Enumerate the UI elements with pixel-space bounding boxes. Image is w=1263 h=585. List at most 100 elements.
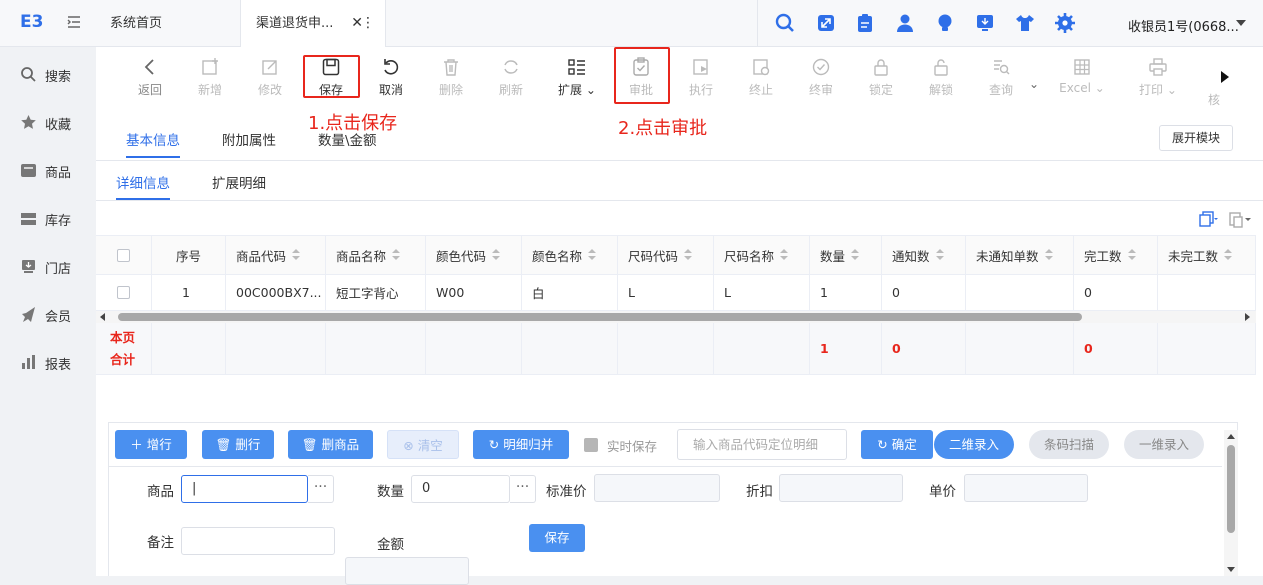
delete-product-button[interactable]: 🗑 删商品 — [288, 430, 373, 459]
col-header[interactable]: 颜色名称 — [522, 236, 618, 274]
col-header[interactable]: 完工数 — [1074, 236, 1158, 274]
barcode-scan-button[interactable]: 条码扫描 — [1029, 430, 1109, 459]
col-header[interactable]: 通知数 — [882, 236, 966, 274]
quantity-input[interactable]: 0 — [411, 475, 510, 503]
edit-button[interactable]: 修改 — [250, 57, 290, 98]
execute-icon — [693, 59, 708, 75]
search-icon[interactable] — [775, 13, 795, 33]
sidebar-item-store[interactable]: 门店 — [20, 256, 96, 278]
approve-highlight-box — [614, 47, 670, 104]
excel-menu[interactable]: Excel ⌄ — [1058, 57, 1106, 95]
tab-channel-return[interactable]: 渠道退货申... ✕ ⋮ — [240, 0, 386, 47]
sidebar-item-favorites[interactable]: 收藏 — [20, 112, 96, 134]
scroll-down-arrow-icon — [1227, 567, 1235, 572]
remark-input[interactable] — [181, 527, 335, 555]
save-form-button[interactable]: 保存 — [529, 524, 585, 552]
vertical-scrollbar[interactable] — [1224, 430, 1238, 576]
locate-detail-input[interactable]: 输入商品代码定位明细 — [677, 429, 847, 460]
tab-extended-detail[interactable]: 扩展明细 — [212, 172, 266, 192]
product-lookup-button[interactable]: ··· — [308, 475, 334, 503]
qr-entry-button[interactable]: 二维录入 — [934, 430, 1014, 459]
product-input[interactable]: | — [181, 475, 308, 503]
sort-icon — [292, 249, 301, 261]
cell-seq: 1 — [152, 275, 226, 310]
unlock-button[interactable]: 解锁 — [921, 57, 961, 98]
print-menu[interactable]: 打印 ⌄ — [1136, 57, 1180, 98]
grid-tools — [1198, 210, 1258, 228]
cell-size-code: L — [618, 275, 714, 310]
sidebar-item-inventory[interactable]: 库存 — [20, 208, 96, 230]
col-header[interactable]: 尺码代码 — [618, 236, 714, 274]
user-icon[interactable] — [895, 13, 915, 33]
col-header[interactable]: 未完工数 — [1158, 236, 1256, 274]
col-header[interactable]: 商品名称 — [326, 236, 426, 274]
extend-menu[interactable]: 扩展 ⌄ — [554, 57, 600, 98]
stop-button[interactable]: 终止 — [741, 57, 781, 98]
more-toolbar-item[interactable]: 核 — [1204, 91, 1224, 108]
menu-collapse-icon[interactable] — [66, 14, 82, 30]
col-header[interactable]: 颜色代码 — [426, 236, 522, 274]
chevron-down-icon: ⌄ — [1163, 83, 1177, 97]
back-button[interactable]: 返回 — [130, 57, 170, 98]
paste-icon[interactable] — [1228, 210, 1252, 228]
clear-button[interactable]: ⊗ 清空 — [387, 430, 459, 459]
add-button[interactable]: 新增 — [190, 57, 230, 98]
1d-entry-button[interactable]: 一维录入 — [1124, 430, 1204, 459]
tab-basic-info[interactable]: 基本信息 — [126, 129, 180, 158]
copy-icon[interactable] — [1198, 210, 1218, 228]
amount-input — [345, 557, 469, 585]
col-header[interactable]: 数量 — [810, 236, 882, 274]
sidebar-item-products[interactable]: 商品 — [20, 160, 96, 182]
execute-button[interactable]: 执行 — [681, 57, 721, 98]
stop-icon — [753, 59, 770, 76]
tab-detail-info[interactable]: 详细信息 — [116, 172, 170, 200]
more-vertical-icon[interactable]: ⋮ — [361, 0, 375, 47]
user-menu[interactable]: 收银员1号(0668... — [1128, 16, 1239, 35]
col-header[interactable]: 未通知单数 — [966, 236, 1074, 274]
scroll-right-arrow-icon — [1245, 313, 1250, 321]
table-row[interactable]: 1 00C000BX7... 短工字背心 W00 白 L L 1 0 0 — [96, 275, 1256, 311]
sidebar-item-search[interactable]: 搜索 — [20, 64, 96, 86]
row-checkbox[interactable] — [96, 275, 152, 310]
merge-detail-button[interactable]: ↻ 明细归并 — [473, 430, 569, 459]
cancel-button[interactable]: 取消 — [371, 57, 411, 98]
confirm-button[interactable]: ↻ 确定 — [861, 430, 933, 459]
select-all-checkbox[interactable] — [96, 236, 152, 274]
realtime-save-checkbox[interactable] — [584, 430, 602, 459]
expand-icon[interactable] — [816, 13, 836, 33]
sidebar-item-member[interactable]: 会员 — [20, 304, 96, 326]
sidebar-item-reports[interactable]: 报表 — [20, 352, 96, 374]
horizontal-scrollbar[interactable] — [96, 311, 1256, 323]
col-header: 序号 — [152, 236, 226, 274]
tab-quantity-amount[interactable]: 数量\金额 — [318, 129, 377, 149]
add-row-button[interactable]: ＋ 增行 — [115, 430, 187, 459]
delete-row-button[interactable]: 🗑 删行 — [202, 430, 274, 459]
std-price-label: 标准价 — [546, 484, 587, 500]
star-icon — [21, 115, 36, 129]
top-bar: E3 系统首页 渠道退货申... ✕ ⋮ 收银员1号(0668... — [0, 0, 1263, 47]
gear-icon[interactable] — [1055, 13, 1075, 33]
lock-button[interactable]: 锁定 — [861, 57, 901, 98]
sort-icon — [935, 249, 944, 261]
cell-name: 短工字背心 — [326, 275, 426, 310]
caret-down-icon[interactable] — [1236, 20, 1246, 26]
chevron-down-icon[interactable]: ⌄ — [1024, 77, 1044, 91]
col-header[interactable]: 商品代码 — [226, 236, 326, 274]
query-button[interactable]: 查询 — [981, 57, 1021, 98]
quantity-lookup-button[interactable]: ··· — [510, 475, 536, 503]
col-header[interactable]: 尺码名称 — [714, 236, 810, 274]
bulb-icon[interactable] — [935, 13, 955, 33]
clipboard-icon[interactable] — [855, 13, 875, 33]
check-circle-icon — [812, 58, 830, 76]
std-price-input — [594, 474, 720, 502]
sidebar-item-label: 库存 — [45, 214, 72, 229]
shirt-icon[interactable] — [1015, 13, 1035, 33]
delete-button[interactable]: 删除 — [431, 57, 471, 98]
tab-home[interactable]: 系统首页 — [110, 0, 162, 47]
tab-extra-attributes[interactable]: 附加属性 — [222, 129, 276, 149]
expand-module-button[interactable]: 展开模块 — [1159, 125, 1233, 151]
final-review-button[interactable]: 终审 — [801, 57, 841, 98]
monitor-icon[interactable] — [975, 13, 995, 33]
scroll-right-icon[interactable] — [1221, 71, 1229, 83]
refresh-button[interactable]: 刷新 — [491, 57, 531, 98]
